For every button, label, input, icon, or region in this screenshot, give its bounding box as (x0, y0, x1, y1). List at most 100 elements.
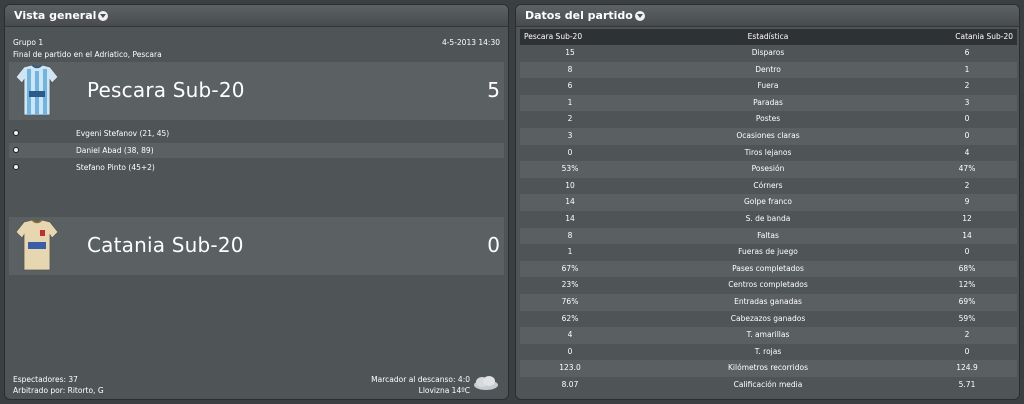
stats-row: 15 Disparos 6 (520, 45, 1017, 62)
match-date: 4-5-2013 14:30 (441, 38, 500, 47)
stats-row: 123.0 Kilómetros recorridos 124.9 (520, 360, 1017, 377)
home-value: 76% (561, 296, 579, 306)
stats-row: 8.07 Calificación media 5.71 (520, 377, 1017, 394)
away-value: 2 (964, 81, 970, 91)
stat-label: Córners (753, 180, 783, 190)
away-value: 47% (958, 164, 976, 174)
home-value: 3 (567, 130, 573, 140)
home-value: 1 (567, 97, 573, 107)
scorer-row[interactable]: Daniel Abad (38, 89) (9, 143, 504, 158)
home-team-score: 5 (487, 78, 500, 102)
away-value: 2 (964, 180, 970, 190)
away-value: 68% (958, 263, 976, 273)
home-value: 123.0 (559, 363, 581, 373)
away-value: 2 (964, 330, 970, 340)
stats-row: 0 Tiros lejanos 4 (520, 145, 1017, 162)
header-stat: Estadística (747, 32, 789, 41)
stat-label: Kilómetros recorridos (728, 363, 808, 373)
stat-label: Golpe franco (743, 197, 793, 207)
home-value: 67% (561, 263, 579, 273)
scorer-row[interactable]: Evgeni Stefanov (21, 45) (9, 126, 504, 141)
stat-label: Fuera (757, 81, 779, 91)
home-value: 10 (565, 180, 575, 190)
home-value: 0 (567, 346, 573, 356)
away-team-bar[interactable]: Catania Sub-20 0 (9, 217, 504, 275)
away-value: 69% (958, 296, 976, 306)
stat-label: Postes (755, 114, 781, 124)
scorer-row[interactable]: Stefano Pinto (45+2) (9, 160, 504, 175)
stats-table: Pescara Sub-20 Estadística Catania Sub-2… (520, 29, 1017, 393)
home-team-bar[interactable]: Pescara Sub-20 5 (9, 62, 504, 120)
away-value: 0 (964, 130, 970, 140)
stat-label: S. de banda (745, 213, 791, 223)
group-label: Grupo 1 (13, 38, 44, 47)
stat-label: Fueras de juego (738, 247, 798, 257)
away-value: 0 (964, 247, 970, 257)
stats-row: 76% Entradas ganadas 69% (520, 293, 1017, 311)
away-value: 4 (964, 147, 970, 157)
referee-label[interactable]: Arbitrado por: Ritorto, G (13, 386, 104, 395)
scorer-name: Daniel Abad (38, 89) (76, 146, 154, 155)
home-value: 23% (561, 280, 579, 290)
stats-row: 8 Faltas 14 (520, 227, 1017, 245)
match-stats-title: Datos del partido (525, 8, 633, 22)
home-team-name: Pescara Sub-20 (87, 78, 245, 102)
home-value: 8 (567, 64, 573, 74)
home-value: 14 (565, 197, 575, 207)
away-team-name: Catania Sub-20 (87, 233, 244, 257)
away-value: 124.9 (956, 363, 978, 373)
ball-icon (13, 130, 19, 136)
weather-label: Llovizna 14ºC (418, 386, 470, 395)
stat-label: Tiros lejanos (744, 147, 792, 157)
home-value: 0 (567, 147, 573, 157)
home-value: 15 (565, 48, 575, 57)
stat-label: Disparos (751, 48, 785, 57)
stats-table-body: 15 Disparos 6 8 Dentro 1 6 Fuera 2 1 Paradas 3 2 Post… (520, 45, 1017, 393)
home-value: 8 (567, 230, 573, 240)
header-away-team: Catania Sub-20 (955, 32, 1013, 41)
match-stats-header[interactable]: Datos del partido (516, 5, 1019, 27)
home-value: 6 (567, 81, 573, 91)
stat-label: Posesión (751, 164, 785, 174)
dropdown-arrow-icon[interactable] (98, 10, 109, 21)
ball-icon (13, 147, 19, 153)
away-value: 3 (964, 97, 970, 107)
stat-label: Ocasiones claras (736, 130, 800, 140)
stats-row: 10 Córners 2 (520, 178, 1017, 195)
spectators-count: Espectadores: 37 (13, 375, 78, 384)
stats-table-header: Pescara Sub-20 Estadística Catania Sub-2… (520, 29, 1017, 45)
away-value: 12 (962, 213, 972, 223)
dropdown-arrow-icon[interactable] (634, 10, 645, 21)
away-value: 6 (964, 48, 970, 57)
stat-label: Dentro (755, 64, 781, 74)
home-shirt-icon (16, 65, 58, 116)
away-value: 0 (964, 114, 970, 124)
home-value: 4 (567, 330, 573, 340)
overview-title: Vista general (14, 8, 97, 22)
stat-label: Pases completados (732, 263, 804, 273)
cloud-icon (474, 376, 498, 390)
overview-header[interactable]: Vista general (5, 5, 508, 27)
home-value: 8.07 (561, 379, 579, 389)
away-value: 0 (964, 346, 970, 356)
stats-row: 23% Centros completados 12% (520, 277, 1017, 294)
away-value: 1 (964, 64, 970, 74)
stat-label: Faltas (757, 230, 779, 240)
home-value: 14 (565, 213, 575, 223)
away-value: 14 (962, 230, 972, 240)
away-value: 5.71 (958, 379, 976, 389)
match-stats-panel: Datos del partido Pescara Sub-20 Estadís… (515, 4, 1020, 400)
stats-row: 62% Cabezazos ganados 59% (520, 311, 1017, 328)
stats-row: 67% Pases completados 68% (520, 260, 1017, 278)
stats-row: 14 Golpe franco 9 (520, 194, 1017, 211)
overview-panel: Vista general Grupo 1 4-5-2013 14:30 Fin… (4, 4, 509, 400)
stat-label: Paradas (753, 97, 783, 107)
stat-label: Calificación media (733, 379, 803, 389)
away-value: 12% (958, 280, 976, 290)
stats-row: 1 Fueras de juego 0 (520, 244, 1017, 261)
header-home-team: Pescara Sub-20 (524, 32, 583, 41)
match-venue: Final de partido en el Adriatico, Pescar… (13, 50, 162, 59)
halftime-score: Marcador al descanso: 4:0 (371, 375, 470, 384)
away-team-score: 0 (487, 233, 500, 257)
stats-row: 1 Paradas 3 (520, 94, 1017, 112)
